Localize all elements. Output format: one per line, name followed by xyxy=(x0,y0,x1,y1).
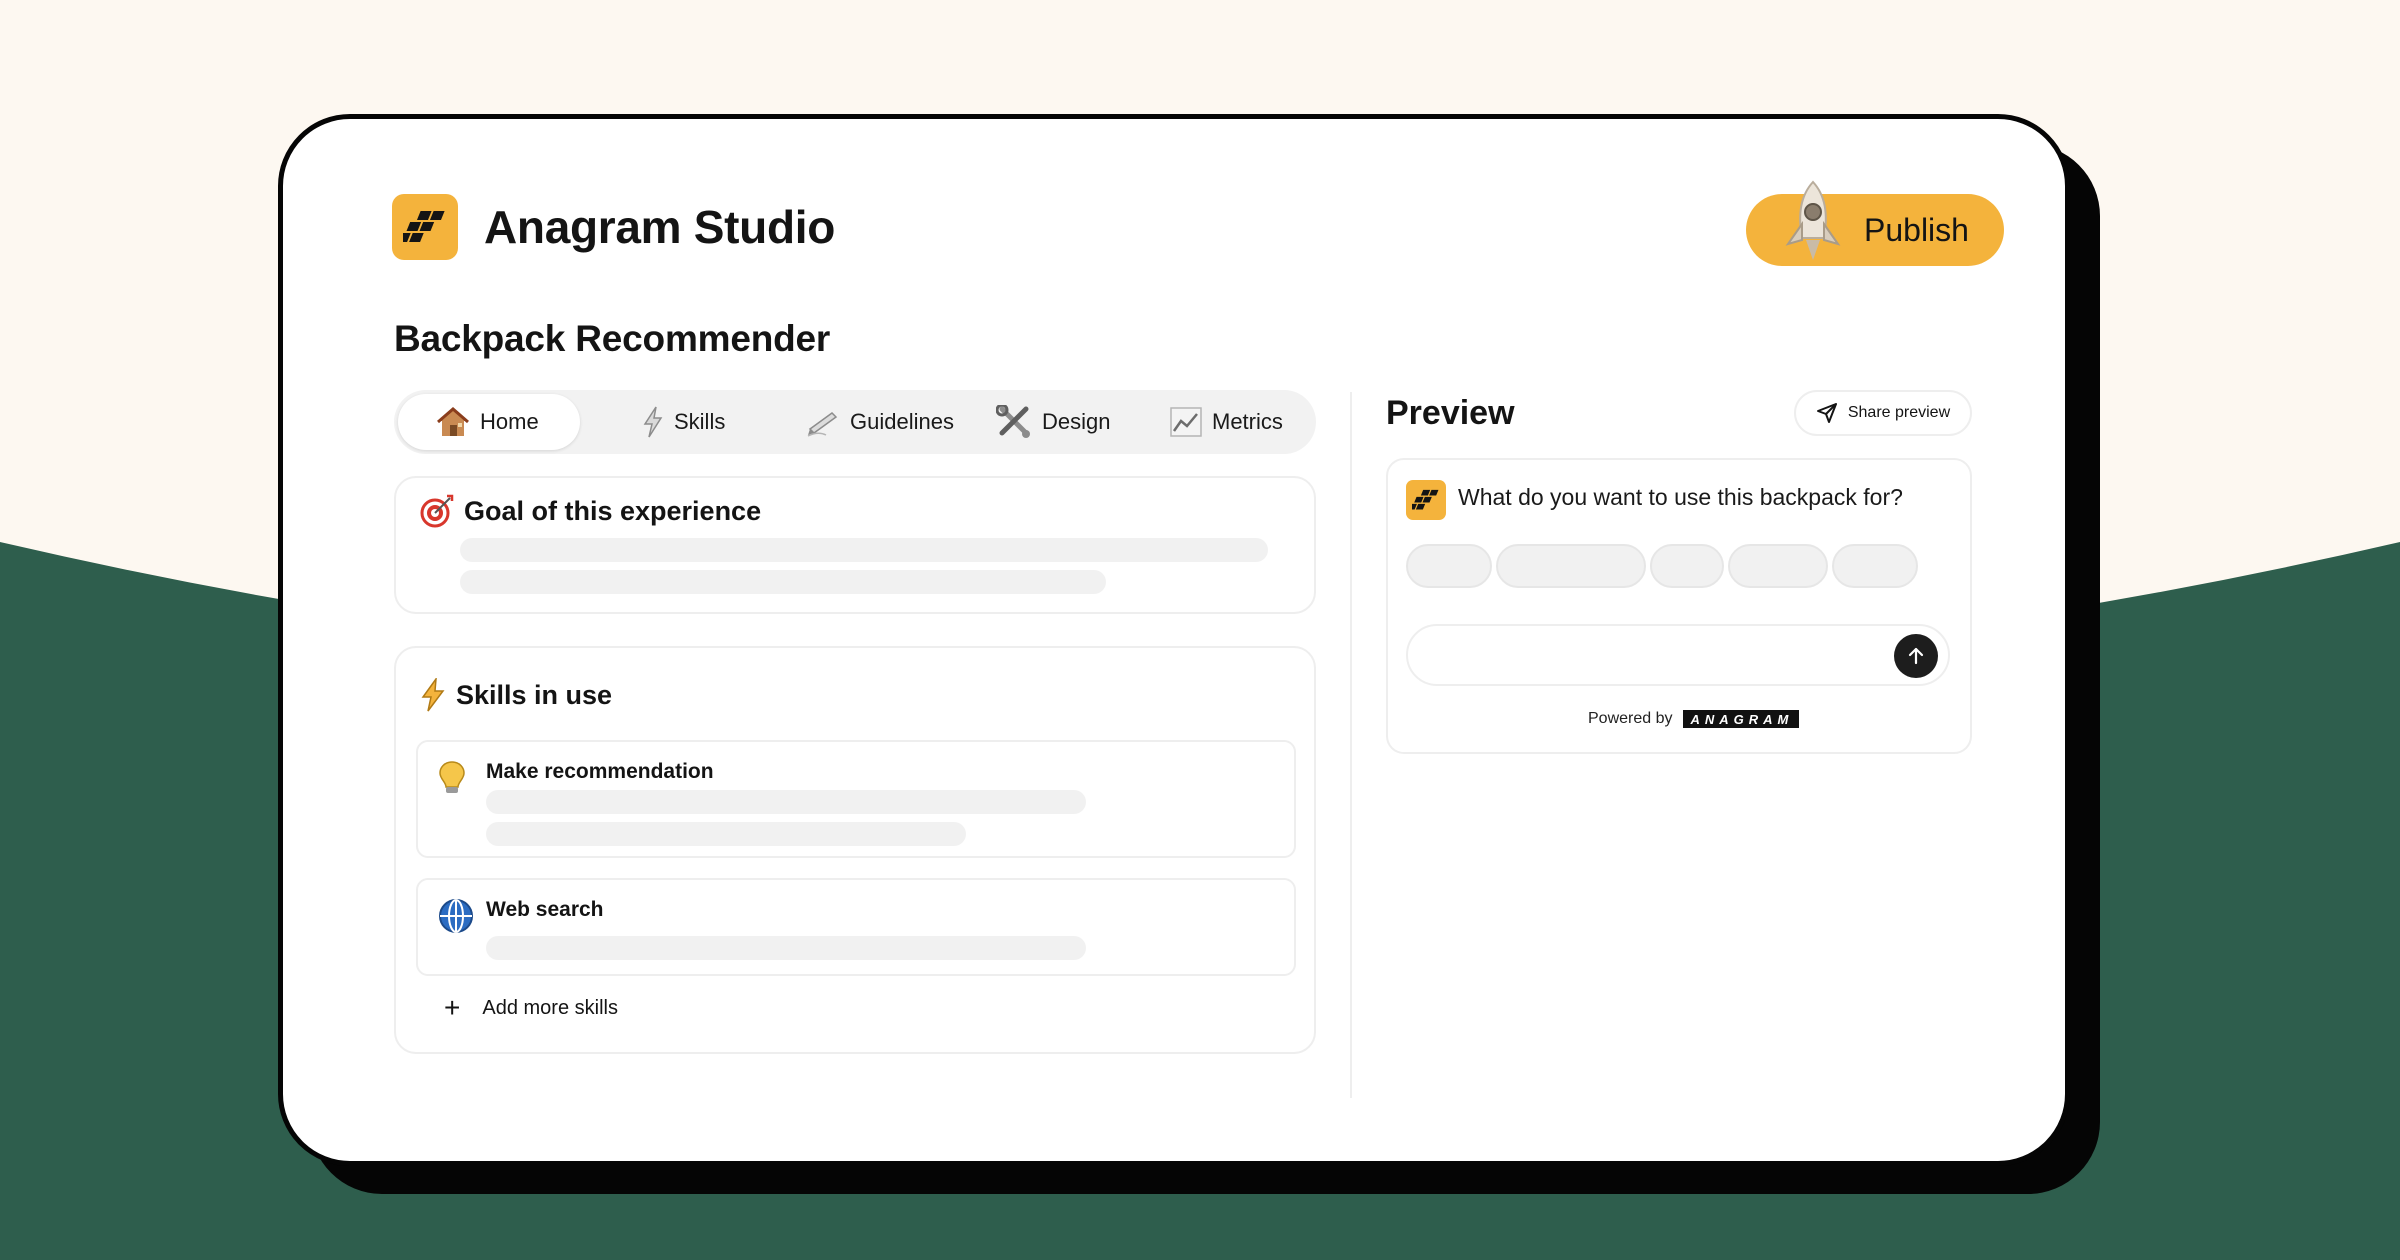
tab-metrics[interactable]: Metrics xyxy=(1152,394,1312,450)
lightbulb-icon xyxy=(439,761,465,793)
tab-skills-label: Skills xyxy=(674,409,726,434)
share-preview-label: Share preview xyxy=(1847,404,1951,421)
lightning-icon xyxy=(643,406,663,438)
skill-name: Web search xyxy=(486,898,604,921)
house-icon xyxy=(437,407,469,436)
tab-bar: Home Skills Guidelines Design Metrics xyxy=(394,390,1316,454)
globe-icon xyxy=(439,899,473,933)
chat-input[interactable] xyxy=(1406,624,1950,686)
tab-skills[interactable]: Skills xyxy=(616,394,766,450)
app-name: Anagram Studio xyxy=(484,201,836,253)
arrow-up-icon xyxy=(1908,647,1924,665)
goal-placeholder-line xyxy=(460,570,1106,594)
goal-title-label: Goal of this experience xyxy=(464,495,762,526)
goal-title: Goal of this experience xyxy=(420,494,761,528)
preview-chat-card: What do you want to use this backpack fo… xyxy=(1386,458,1972,754)
suggestion-chip[interactable] xyxy=(1496,544,1646,588)
add-more-skills-label: Add more skills xyxy=(482,996,618,1019)
tools-icon xyxy=(996,405,1030,438)
skill-placeholder-line xyxy=(486,790,1086,814)
add-more-skills-button[interactable]: + Add more skills xyxy=(444,992,618,1024)
suggestion-chip[interactable] xyxy=(1650,544,1724,588)
skills-title: Skills in use xyxy=(420,678,612,712)
page-title: Backpack Recommender xyxy=(394,318,831,359)
target-icon xyxy=(420,494,454,528)
skills-title-label: Skills in use xyxy=(456,679,613,710)
chart-icon xyxy=(1170,407,1202,437)
suggestion-chip[interactable] xyxy=(1728,544,1828,588)
plus-icon: + xyxy=(444,992,461,1023)
skills-panel: Skills in use Make recommendation Web se… xyxy=(394,646,1316,1054)
skill-card-make-recommendation[interactable]: Make recommendation xyxy=(416,740,1296,858)
send-message-button[interactable] xyxy=(1894,634,1938,678)
tab-design[interactable]: Design xyxy=(974,394,1134,450)
send-icon xyxy=(1816,403,1837,423)
share-preview-button[interactable]: Share preview xyxy=(1794,390,1972,436)
rocket-icon xyxy=(1785,180,1841,260)
tab-guidelines-label: Guidelines xyxy=(850,409,954,434)
skill-name: Make recommendation xyxy=(486,760,714,783)
publish-button[interactable]: Publish xyxy=(1746,180,2004,266)
anagram-wordmark: ANAGRAM xyxy=(1682,710,1800,728)
anagram-logo-icon xyxy=(392,194,458,260)
brand: Anagram Studio xyxy=(392,194,835,260)
tab-home-label: Home xyxy=(480,409,539,434)
column-divider xyxy=(1350,392,1352,1098)
goal-panel: Goal of this experience xyxy=(394,476,1316,614)
goal-placeholder-line xyxy=(460,538,1268,562)
tab-guidelines[interactable]: Guidelines xyxy=(780,394,976,450)
tab-metrics-label: Metrics xyxy=(1212,409,1283,434)
lightning-icon xyxy=(421,678,445,712)
pen-icon xyxy=(807,412,838,437)
suggestion-chip[interactable] xyxy=(1406,544,1492,588)
powered-by: Powered by ANAGRAM xyxy=(1588,710,1800,728)
tab-home[interactable]: Home xyxy=(398,394,580,450)
skill-placeholder-line xyxy=(486,936,1086,960)
skill-card-web-search[interactable]: Web search xyxy=(416,878,1296,976)
suggestion-chip[interactable] xyxy=(1832,544,1918,588)
powered-by-label: Powered by xyxy=(1588,710,1673,727)
preview-title: Preview xyxy=(1386,394,1515,432)
assistant-question: What do you want to use this backpack fo… xyxy=(1458,484,1903,510)
anagram-logo-icon xyxy=(1406,480,1446,520)
publish-label: Publish xyxy=(1864,211,1969,248)
skill-placeholder-line xyxy=(486,822,966,846)
tab-design-label: Design xyxy=(1042,409,1111,434)
